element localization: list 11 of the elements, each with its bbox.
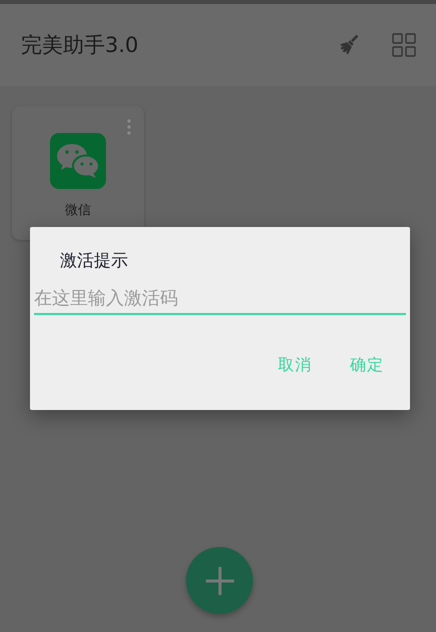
dialog-title: 激活提示 (60, 250, 129, 272)
dialog-button[interactable]: 取消 (268, 351, 322, 380)
app-title: 完美助手3.0 (21, 32, 140, 59)
more-icon[interactable] (127, 119, 131, 135)
dialog-button[interactable]: 确定 (340, 351, 394, 380)
chat-bubbles-icon (50, 133, 106, 189)
plus-icon (204, 564, 236, 596)
app-card[interactable]: 微信 (12, 106, 144, 240)
input-field[interactable]: 在这里输入激活码 (34, 288, 406, 315)
grid-icon[interactable] (392, 33, 416, 57)
app-label: 微信 (65, 202, 91, 219)
